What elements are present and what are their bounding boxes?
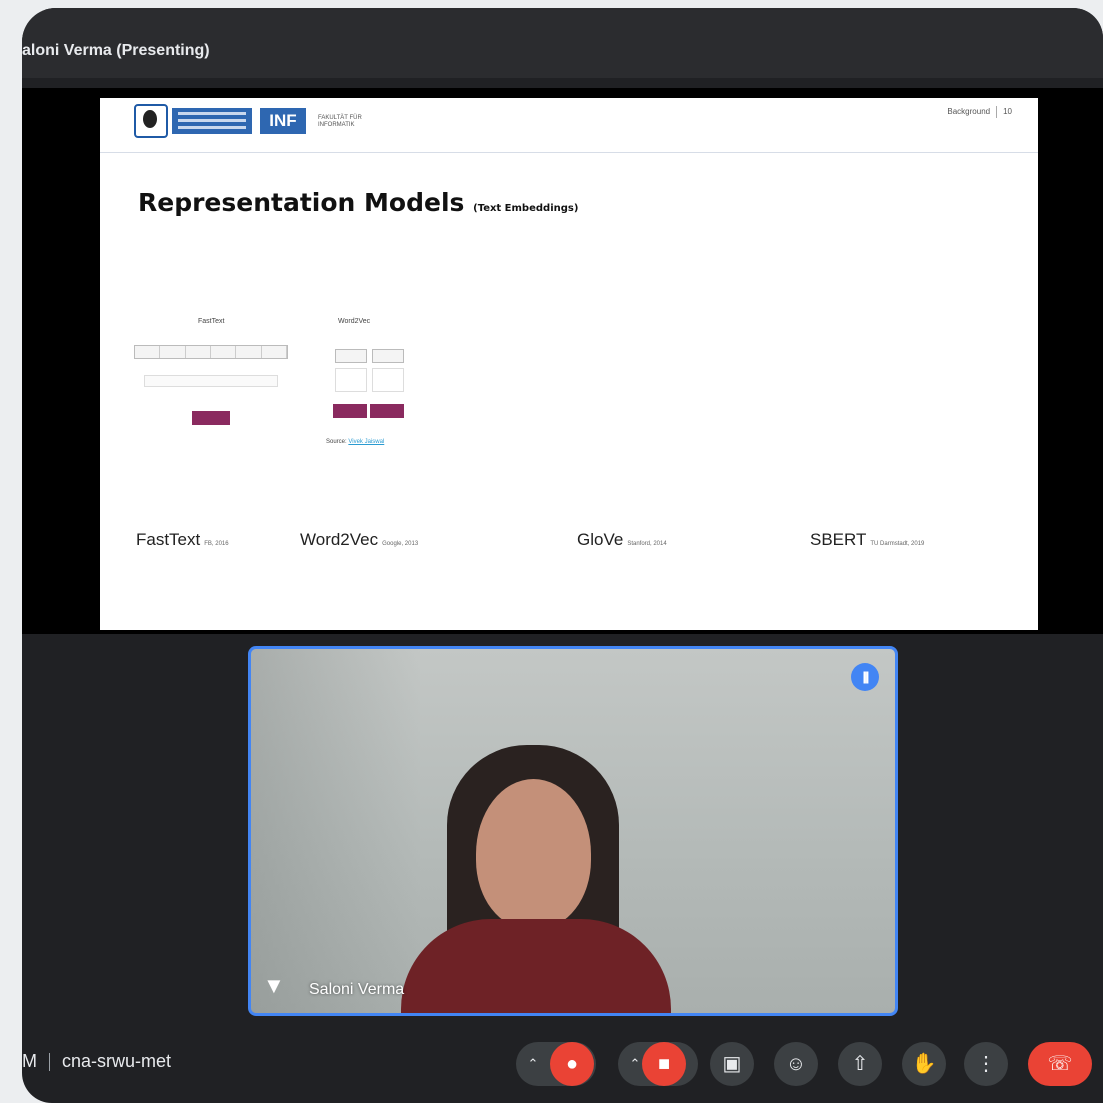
university-logo-bar <box>172 108 252 134</box>
model-note: TU Darmstadt, 2019 <box>870 541 925 547</box>
participant-video-tile[interactable]: ||| ▼ Saloni Verma <box>248 646 898 1016</box>
raise-hand-icon[interactable]: ✋ <box>902 1042 946 1086</box>
video-background <box>251 649 421 1013</box>
presenting-label: aloni Verma (Presenting) <box>22 42 210 59</box>
more-options-icon[interactable]: ⋮ <box>964 1042 1008 1086</box>
fasttext-diagram-label: FastText <box>198 318 225 325</box>
model-note: Google, 2013 <box>382 541 419 547</box>
faculty-text: FAKULTÄT FÜR INFORMATIK <box>318 115 362 128</box>
word2vec-diagram-label: Word2Vec <box>338 318 371 325</box>
fasttext-sum-box <box>144 375 278 387</box>
speaking-indicator-icon: ||| <box>851 663 879 691</box>
slide-divider <box>100 152 1038 153</box>
slide-title-suffix: (Text Embeddings) <box>473 203 579 214</box>
presentation-slide: INF FAKULTÄT FÜR INFORMATIK Background 10… <box>100 98 1038 630</box>
word2vec-input-right <box>372 349 404 363</box>
slide-header-right: Background 10 <box>947 106 1012 118</box>
end-call-icon[interactable]: ☏ <box>1028 1042 1092 1086</box>
participant-face <box>476 779 591 929</box>
fasttext-input-row <box>134 345 288 359</box>
model-note: FB, 2016 <box>204 541 229 547</box>
emoji-icon[interactable]: ☺ <box>774 1042 818 1086</box>
word2vec-output-right <box>370 404 404 418</box>
meeting-info: Mcna-srwu-met <box>22 1051 171 1072</box>
word2vec-input-left <box>335 349 367 363</box>
word2vec-output-left <box>333 404 367 418</box>
meeting-time: M <box>22 1051 37 1071</box>
meet-window: aloni Verma (Presenting) INF FAKULTÄT FÜ… <box>22 8 1103 1103</box>
inf-logo: INF <box>260 108 306 134</box>
mic-options-chevron-icon[interactable]: ⌃ <box>520 1042 546 1086</box>
slide-page-number: 10 <box>1003 107 1012 117</box>
model-name: Word2Vec <box>300 530 379 549</box>
participant-name: Saloni Verma <box>309 981 405 998</box>
slide-title: Representation Models (Text Embeddings) <box>138 188 578 217</box>
slide-section: Background <box>947 107 991 117</box>
pin-icon[interactable]: ▼ <box>263 973 285 999</box>
meeting-code[interactable]: cna-srwu-met <box>62 1051 171 1071</box>
captions-icon[interactable]: ▣ <box>710 1042 754 1086</box>
model-word2vec: Word2Vec Google, 2013 <box>300 530 418 550</box>
slide-title-main: Representation Models <box>138 188 465 217</box>
top-bar: aloni Verma (Presenting) <box>22 8 1103 78</box>
mic-off-icon[interactable]: ● <box>550 1042 594 1086</box>
word2vec-hidden-right <box>372 368 404 392</box>
fasttext-output-box <box>192 411 230 425</box>
model-name: SBERT <box>810 530 867 549</box>
model-glove: GloVe Stanford, 2014 <box>577 530 667 550</box>
university-seal-logo <box>134 104 168 138</box>
participant-shirt <box>401 919 671 1013</box>
model-fasttext: FastText FB, 2016 <box>136 530 229 550</box>
model-sbert: SBERT TU Darmstadt, 2019 <box>810 530 924 550</box>
source-label: Source: <box>326 439 347 445</box>
present-icon[interactable]: ⇧ <box>838 1042 882 1086</box>
camera-off-icon[interactable]: ■ <box>642 1042 686 1086</box>
model-note: Stanford, 2014 <box>627 541 667 547</box>
presentation-stage: INF FAKULTÄT FÜR INFORMATIK Background 10… <box>22 88 1103 634</box>
diagram-source: Source: Vivek Jaiswal <box>326 439 384 445</box>
source-link[interactable]: Vivek Jaiswal <box>348 439 384 445</box>
model-name: GloVe <box>577 530 624 549</box>
word2vec-hidden-left <box>335 368 367 392</box>
model-name: FastText <box>136 530 201 549</box>
